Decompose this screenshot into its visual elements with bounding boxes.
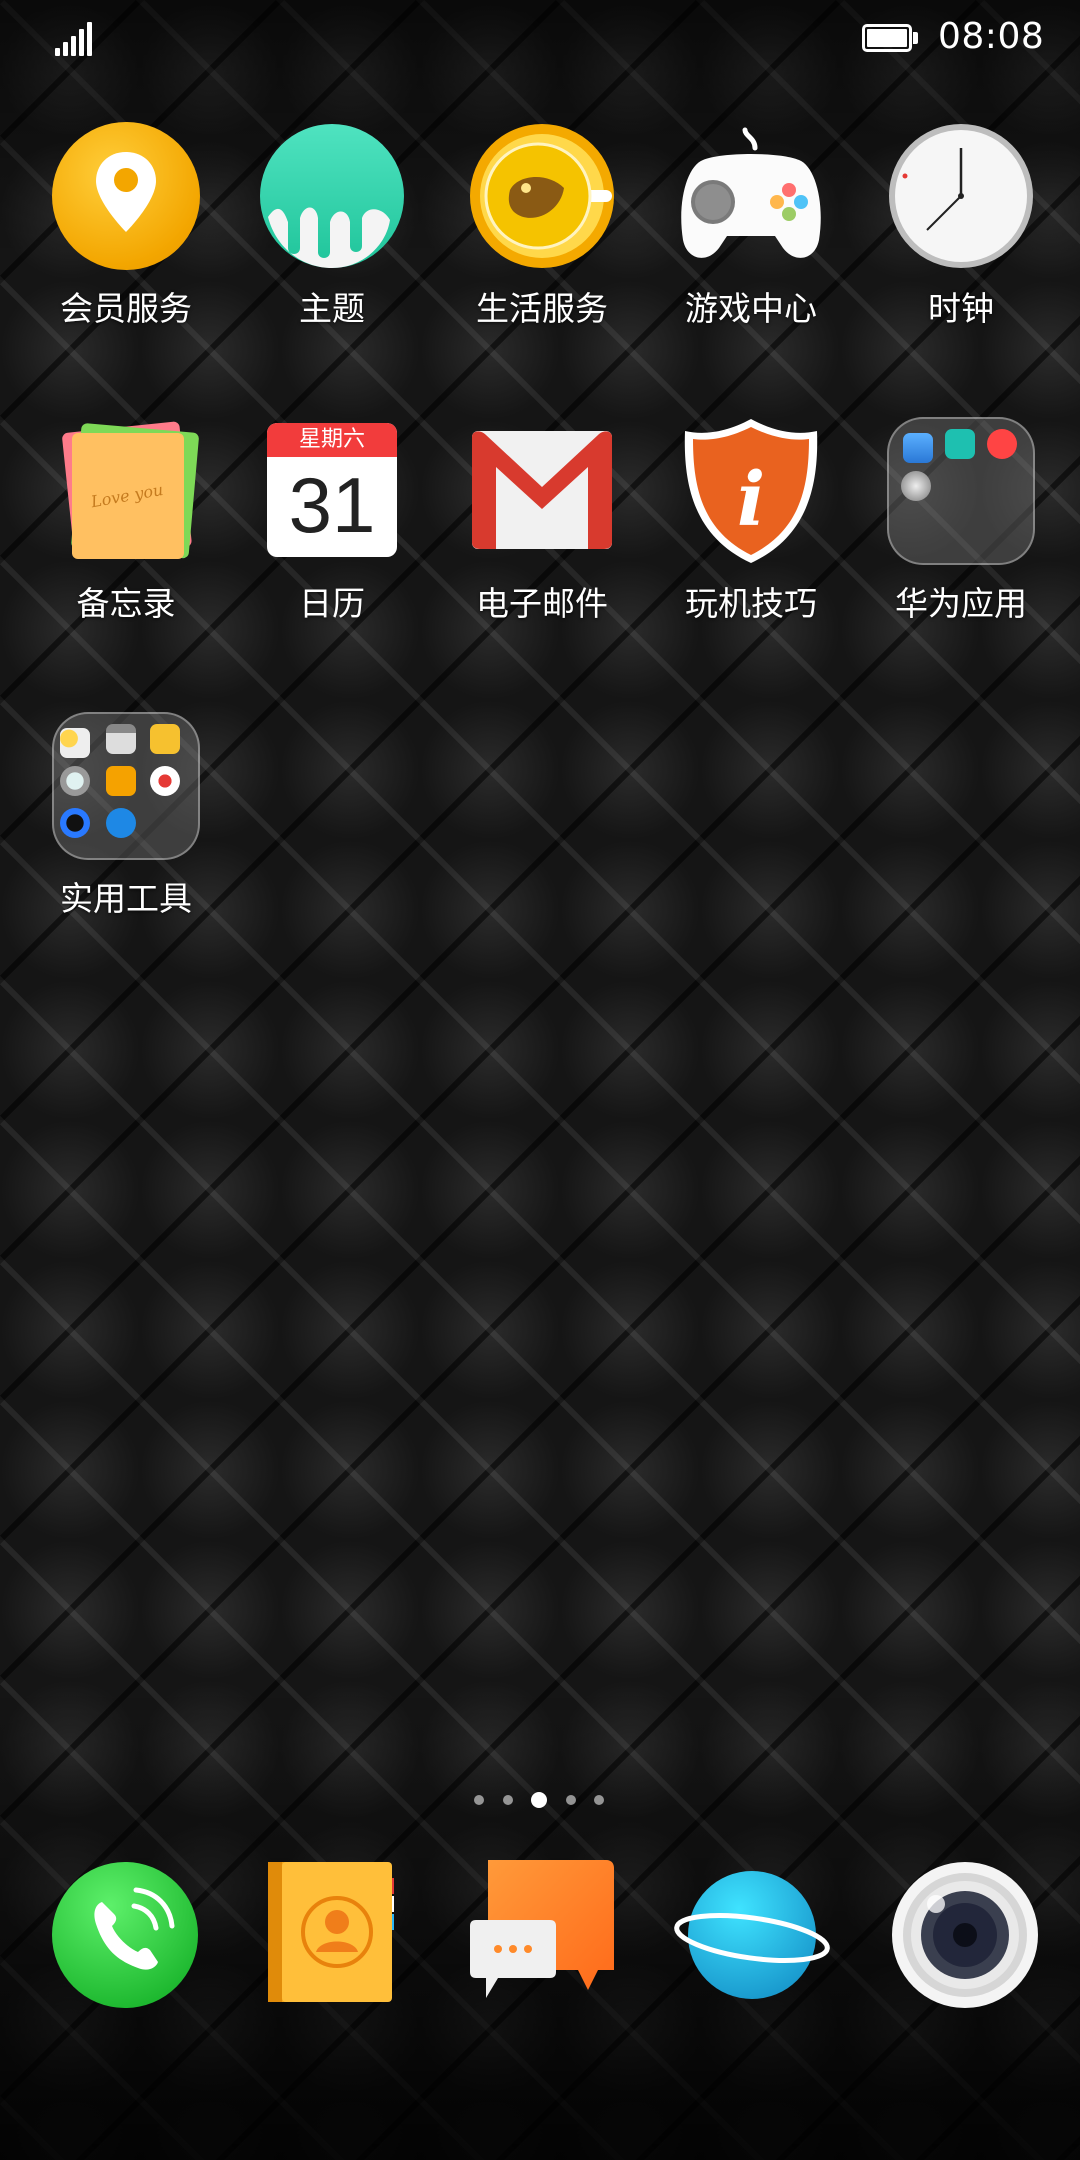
calendar-weekday: 星期六 [267,423,397,457]
battery-icon [862,24,918,54]
page-dot[interactable] [503,1795,513,1805]
magnifier-icon [60,766,90,796]
weather-icon [60,728,90,758]
app-tips[interactable]: i 玩机技巧 [646,417,856,677]
contacts-icon [268,1862,394,2002]
app-game-center[interactable]: 游戏中心 [646,122,856,382]
theme-icon [258,122,406,270]
calculator-icon [106,724,136,754]
app-member-service[interactable]: 会员服务 [21,122,231,382]
signal-icon [55,22,95,56]
life-service-icon [468,122,616,270]
calendar-day: 31 [288,461,376,549]
dock-camera[interactable] [890,1860,1040,2010]
recorder-icon [150,766,180,796]
app-label: 华为应用 [895,584,1027,623]
huawei-icon [987,429,1017,459]
home-screen: { "status_bar": { "time": "08:08", "sign… [0,0,1080,2160]
status-bar: 08:08 [0,0,1080,80]
camera-icon [892,1862,1038,2008]
app-email[interactable]: 电子邮件 [437,417,647,677]
app-label: 主题 [299,289,365,328]
app-life-service[interactable]: 生活服务 [437,122,647,382]
dock-phone[interactable] [50,1860,200,2010]
app-calendar[interactable]: 星期六 31 日历 [227,417,437,677]
page-dot-active[interactable] [531,1792,547,1808]
app-label: 电子邮件 [476,584,608,623]
app-label: 实用工具 [60,879,192,918]
page-indicator [0,1790,1080,1810]
app-label: 生活服务 [476,289,608,328]
multiscreen-icon [903,433,933,463]
globe-icon [901,471,931,501]
page-dot[interactable] [474,1795,484,1805]
dock-contacts[interactable] [262,1860,412,2010]
dock-browser[interactable] [674,1860,830,2010]
radio-icon [106,766,136,796]
messages-icon [470,1860,614,1998]
app-label: 时钟 [928,289,994,328]
app-label: 玩机技巧 [685,584,817,623]
page-dot[interactable] [594,1795,604,1805]
flashlight-icon [60,808,90,838]
tips-shield-icon: i [677,417,825,565]
gamepad-icon [677,122,825,270]
dock-messages[interactable] [468,1860,618,2010]
app-label: 游戏中心 [685,289,817,328]
phone-clone-icon [945,429,975,459]
folder-icon [887,417,1035,565]
app-label: 备忘录 [76,584,176,623]
status-time: 08:08 [938,16,1045,57]
app-clock[interactable]: 时钟 [856,122,1066,382]
mail-icon [468,417,616,565]
files-icon [150,724,180,754]
planet-icon [674,1871,830,1999]
svg-text:i: i [737,457,765,543]
page-dot[interactable] [566,1795,576,1805]
app-memo[interactable]: Love you 备忘录 [21,417,231,677]
phone-icon [52,1862,198,2008]
calendar-icon: 星期六 31 [267,423,397,557]
app-label: 日历 [299,584,365,623]
folder-huawei-apps[interactable]: 华为应用 [856,417,1066,677]
app-theme[interactable]: 主题 [227,122,437,382]
folder-icon [52,712,200,860]
folder-utilities[interactable]: 实用工具 [21,712,231,972]
phone-manager-icon [106,808,136,838]
notepad-icon: Love you [52,417,200,565]
clock-icon [887,122,1035,270]
app-label: 会员服务 [60,289,192,328]
location-pin-icon [52,122,200,270]
